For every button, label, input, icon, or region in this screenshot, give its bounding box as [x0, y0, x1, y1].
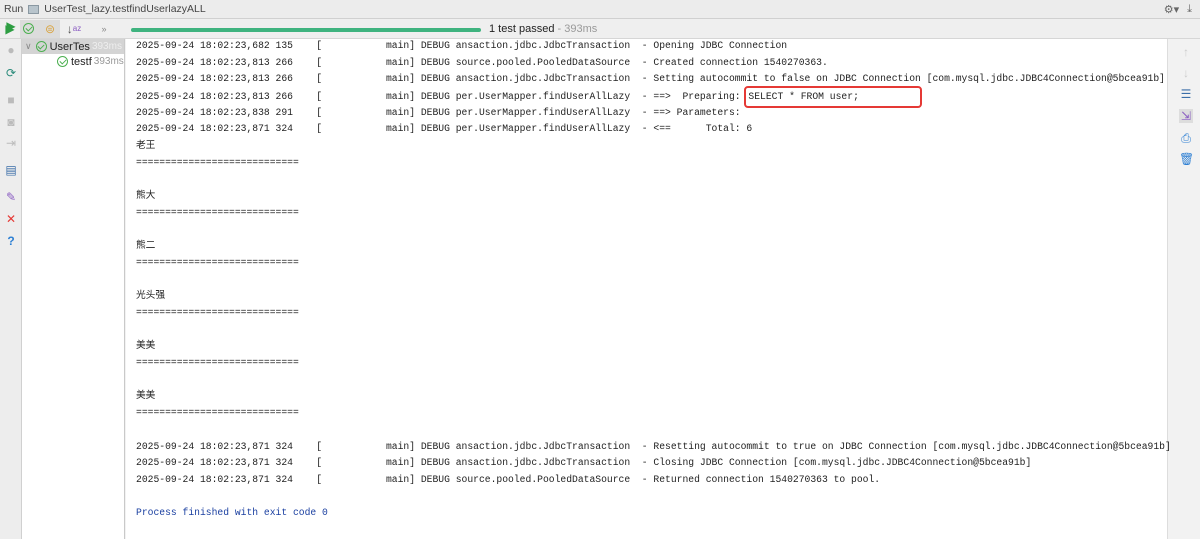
status-time: - 393ms — [557, 23, 598, 35]
stop-icon[interactable]: ■ — [4, 93, 18, 107]
test-progress-bar — [131, 28, 481, 32]
console-line: ============================ — [136, 156, 299, 168]
right-toolbar: ↑ ↓ ☰ ⇲ ⎙ 🗑 — [1172, 39, 1200, 539]
rerun-failed-icon[interactable]: ⟳ — [4, 66, 18, 80]
console-line: 2025-09-24 18:02:23,838 291 [ main] DEBU… — [136, 106, 747, 118]
up-arrow-icon[interactable]: ↑ — [1179, 45, 1193, 59]
console-line: ============================ — [136, 256, 299, 268]
test-tree: ∨ UserTes 393ms testf 393ms — [22, 39, 125, 539]
run-icon[interactable]: ▶ — [4, 19, 18, 33]
log-text: 2025-09-24 18:02:23,813 266 [ main] DEBU… — [136, 91, 747, 103]
console-line: 光头强 — [136, 290, 166, 302]
highlighted-sql: SELECT * FROM user; — [744, 86, 923, 109]
console-line: 熊二 — [136, 240, 156, 252]
tree-item-label: UserTes — [49, 40, 90, 53]
help-icon[interactable]: ? — [4, 234, 18, 248]
console-line: ============================ — [136, 357, 299, 369]
console-line: 2025-09-24 18:02:23,813 266 [ main] DEBU… — [136, 73, 1165, 85]
tree-item-test[interactable]: testf 393ms — [22, 54, 124, 69]
console-line: 美美 — [136, 390, 156, 402]
soft-wrap-icon[interactable]: ☰ — [1179, 87, 1193, 101]
debug-icon[interactable]: ● — [4, 43, 18, 57]
pin-icon[interactable]: ✎ — [4, 190, 18, 204]
console-line: 2025-09-24 18:02:23,813 266 [ main] DEBU… — [136, 86, 1167, 109]
down-arrow-icon[interactable]: ↓ — [1179, 66, 1193, 80]
console-line: 2025-09-24 18:02:23,871 324 [ main] DEBU… — [136, 457, 1032, 469]
more-button[interactable]: » — [94, 20, 114, 38]
exit-icon[interactable]: ⇥ — [4, 136, 18, 150]
tree-item-label: testf — [71, 55, 92, 68]
console-line: 美美 — [136, 340, 156, 352]
sort-alpha-button[interactable]: ↓ az — [64, 20, 84, 38]
console-line: ============================ — [136, 407, 299, 419]
console-line: ============================ — [136, 307, 299, 318]
gear-icon[interactable]: ⚙▾ — [1164, 3, 1179, 16]
exit-message: Process finished with exit code 0 — [136, 507, 328, 519]
passed-icon — [57, 56, 68, 67]
snapshot-icon[interactable]: ◙ — [4, 115, 18, 129]
print-icon[interactable]: ⎙ — [1179, 131, 1193, 145]
run-label: Run — [4, 3, 24, 15]
console-line: 2025-09-24 18:02:23,871 324 [ main] DEBU… — [136, 123, 753, 135]
show-passed-button[interactable] — [20, 19, 40, 38]
close-icon[interactable]: ✕ — [4, 212, 18, 226]
console-line: 2025-09-24 18:02:23,871 324 [ main] DEBU… — [136, 473, 881, 485]
check-icon — [23, 23, 34, 34]
hide-icon[interactable]: ⤓ — [1187, 3, 1192, 16]
left-toolbar: ▶ ● ⟳ ■ ◙ ⇥ ▤ ✎ ✕ ? — [0, 19, 22, 539]
show-ignored-button[interactable]: ⊜ — [40, 19, 60, 38]
tree-item-suite[interactable]: ∨ UserTes 393ms — [22, 39, 124, 54]
tree-item-time: 393ms — [91, 41, 122, 52]
trash-icon[interactable]: 🗑 — [1179, 152, 1194, 166]
console-output[interactable]: 2025-09-24 18:02:23,682 135 [ main] DEBU… — [126, 39, 1171, 539]
console-line: 2025-09-24 18:02:23,871 324 [ main] DEBU… — [136, 440, 1171, 452]
run-config-icon — [28, 4, 40, 14]
console-line: 熊大 — [136, 190, 156, 202]
console-line: ============================ — [136, 206, 299, 218]
passed-icon — [35, 41, 47, 52]
tree-item-time: 393ms — [93, 56, 124, 67]
console-line: 老王 — [136, 140, 156, 152]
layout-icon[interactable]: ▤ — [4, 163, 18, 177]
scroll-to-end-icon[interactable]: ⇲ — [1179, 109, 1193, 123]
console-line: 2025-09-24 18:02:23,813 266 [ main] DEBU… — [136, 56, 828, 68]
test-status: 1 test passed - 393ms — [489, 23, 597, 35]
chevron-down-icon[interactable]: ∨ — [25, 41, 32, 52]
status-count: 1 test passed — [489, 23, 555, 35]
run-window-header: Run UserTest_lazy.testfindUserlazyALL ⚙▾… — [0, 0, 1200, 19]
run-config-name[interactable]: UserTest_lazy.testfindUserlazyALL — [44, 3, 205, 15]
console-line: 2025-09-24 18:02:23,682 135 [ main] DEBU… — [136, 40, 788, 51]
